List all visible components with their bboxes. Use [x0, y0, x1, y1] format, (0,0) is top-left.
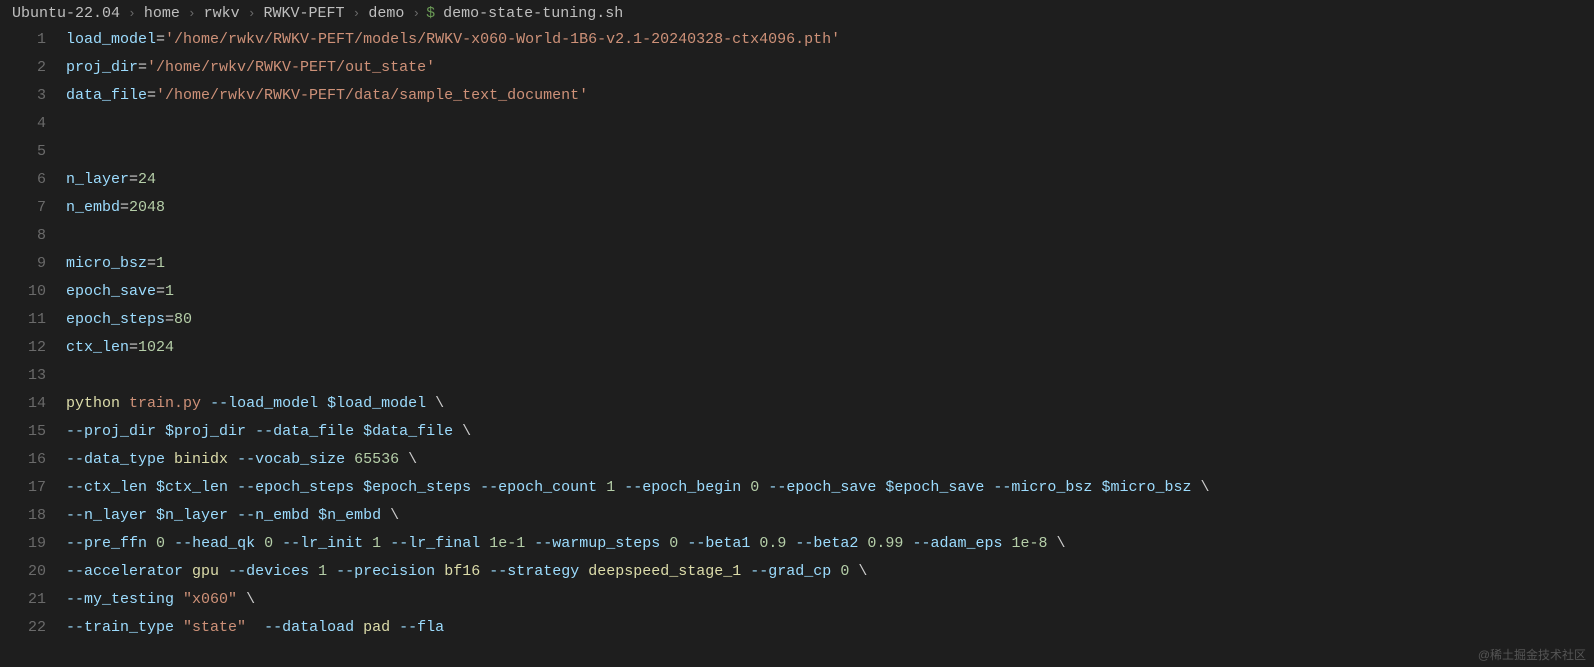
code-line[interactable]: python train.py --load_model $load_model…: [66, 390, 1594, 418]
line-number: 21: [0, 586, 46, 614]
line-number: 1: [0, 26, 46, 54]
code-line[interactable]: micro_bsz=1: [66, 250, 1594, 278]
code-content[interactable]: load_model='/home/rwkv/RWKV-PEFT/models/…: [62, 26, 1594, 667]
line-number: 19: [0, 530, 46, 558]
code-line[interactable]: ctx_len=1024: [66, 334, 1594, 362]
code-line[interactable]: --train_type "state" --dataload pad --fl…: [66, 614, 1594, 642]
code-line[interactable]: proj_dir='/home/rwkv/RWKV-PEFT/out_state…: [66, 54, 1594, 82]
code-line[interactable]: --accelerator gpu --devices 1 --precisio…: [66, 558, 1594, 586]
breadcrumb-item[interactable]: RWKV-PEFT: [260, 5, 349, 22]
code-line[interactable]: n_layer=24: [66, 166, 1594, 194]
line-number: 7: [0, 194, 46, 222]
line-number: 18: [0, 502, 46, 530]
line-number: 20: [0, 558, 46, 586]
code-line[interactable]: --ctx_len $ctx_len --epoch_steps $epoch_…: [66, 474, 1594, 502]
code-line[interactable]: --data_type binidx --vocab_size 65536 \: [66, 446, 1594, 474]
code-line[interactable]: [66, 222, 1594, 250]
line-number: 4: [0, 110, 46, 138]
code-line[interactable]: data_file='/home/rwkv/RWKV-PEFT/data/sam…: [66, 82, 1594, 110]
chevron-right-icon: ›: [351, 6, 363, 21]
line-number: 3: [0, 82, 46, 110]
line-number: 10: [0, 278, 46, 306]
line-number: 13: [0, 362, 46, 390]
breadcrumb-item[interactable]: demo: [364, 5, 408, 22]
chevron-right-icon: ›: [410, 6, 422, 21]
breadcrumb-file[interactable]: demo-state-tuning.sh: [439, 5, 627, 22]
line-number-gutter: 12345678910111213141516171819202122: [0, 26, 62, 667]
breadcrumb-item[interactable]: rwkv: [200, 5, 244, 22]
code-line[interactable]: epoch_steps=80: [66, 306, 1594, 334]
line-number: 2: [0, 54, 46, 82]
code-line[interactable]: --proj_dir $proj_dir --data_file $data_f…: [66, 418, 1594, 446]
line-number: 16: [0, 446, 46, 474]
breadcrumb-item[interactable]: Ubuntu-22.04: [8, 5, 124, 22]
code-line[interactable]: load_model='/home/rwkv/RWKV-PEFT/models/…: [66, 26, 1594, 54]
line-number: 9: [0, 250, 46, 278]
watermark-text: @稀土掘金技术社区: [1478, 646, 1586, 663]
shell-file-icon: $: [424, 5, 437, 22]
line-number: 17: [0, 474, 46, 502]
line-number: 22: [0, 614, 46, 642]
chevron-right-icon: ›: [186, 6, 198, 21]
line-number: 11: [0, 306, 46, 334]
code-line[interactable]: n_embd=2048: [66, 194, 1594, 222]
breadcrumb: Ubuntu-22.04 › home › rwkv › RWKV-PEFT ›…: [0, 0, 1594, 26]
code-line[interactable]: --n_layer $n_layer --n_embd $n_embd \: [66, 502, 1594, 530]
chevron-right-icon: ›: [246, 6, 258, 21]
line-number: 8: [0, 222, 46, 250]
line-number: 6: [0, 166, 46, 194]
code-line[interactable]: epoch_save=1: [66, 278, 1594, 306]
line-number: 5: [0, 138, 46, 166]
line-number: 15: [0, 418, 46, 446]
chevron-right-icon: ›: [126, 6, 138, 21]
code-line[interactable]: [66, 110, 1594, 138]
line-number: 12: [0, 334, 46, 362]
line-number: 14: [0, 390, 46, 418]
code-editor[interactable]: 12345678910111213141516171819202122 load…: [0, 26, 1594, 667]
breadcrumb-item[interactable]: home: [140, 5, 184, 22]
code-line[interactable]: [66, 362, 1594, 390]
code-line[interactable]: [66, 138, 1594, 166]
code-line[interactable]: --my_testing "x060" \: [66, 586, 1594, 614]
code-line[interactable]: --pre_ffn 0 --head_qk 0 --lr_init 1 --lr…: [66, 530, 1594, 558]
